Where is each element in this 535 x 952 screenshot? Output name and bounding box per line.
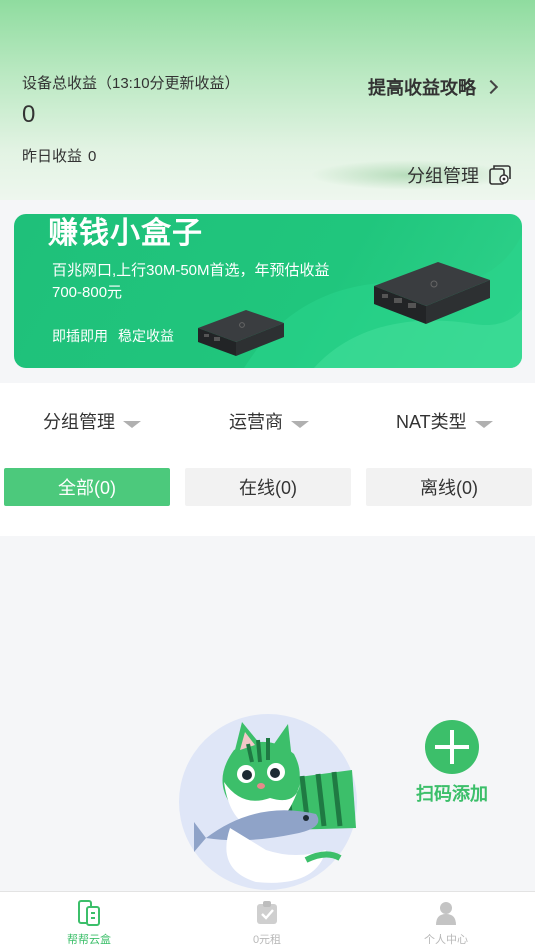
device-filters: 分组管理 运营商 NAT类型 全部(0) 在线(0) 离线(0) <box>0 383 535 536</box>
earnings-header: 设备总收益（13:10分更新收益） 0 昨日收益 0 提高收益攻略 分组管理 <box>0 0 535 200</box>
tab-online-devices[interactable]: 在线(0) <box>185 468 351 506</box>
improve-earnings-link[interactable]: 提高收益攻略 <box>368 74 499 100</box>
tab-cloud-box-label: 帮帮云盒 <box>67 934 111 946</box>
banner-description: 百兆网口,上行30M-50M首选，年预估收益700-800元 <box>52 262 330 301</box>
promo-banner[interactable]: 赚钱小盒子 百兆网口,上行30M-50M首选，年预估收益700-800元 即插即… <box>14 214 522 368</box>
carrier-filter-label: 运营商 <box>229 412 283 432</box>
tab-offline-devices[interactable]: 离线(0) <box>366 468 532 506</box>
banner-tag-stable-income: 稳定收益 <box>118 328 174 344</box>
group-manage-button[interactable]: 分组管理 <box>407 162 511 188</box>
group-manage-label: 分组管理 <box>407 166 479 186</box>
group-filter-label: 分组管理 <box>43 412 115 432</box>
nat-filter-dropdown[interactable]: NAT类型 <box>396 408 493 434</box>
improve-earnings-label: 提高收益攻略 <box>368 78 476 98</box>
cloud-box-tab-icon <box>78 900 100 926</box>
bottom-tab-bar: 帮帮云盒 0元租 个人中心 <box>0 891 535 952</box>
plus-icon <box>425 720 479 774</box>
total-earnings-value: 0 <box>22 101 36 128</box>
carrier-filter-dropdown[interactable]: 运营商 <box>229 408 309 434</box>
empty-state-cat-illustration <box>179 714 357 890</box>
tab-zero-rent[interactable]: 0元租 <box>217 898 317 947</box>
banner-title: 赚钱小盒子 <box>48 217 203 250</box>
tab-profile[interactable]: 个人中心 <box>396 898 496 947</box>
dropdown-triangle-icon <box>474 420 493 428</box>
yesterday-earnings: 昨日收益 0 <box>22 145 96 166</box>
banner-tag-plug-and-play: 即插即用 <box>52 328 108 344</box>
group-filter-dropdown[interactable]: 分组管理 <box>43 408 141 434</box>
tab-profile-label: 个人中心 <box>424 934 468 946</box>
total-earnings-label: 设备总收益（13:10分更新收益） <box>22 75 240 92</box>
tab-zero-rent-label: 0元租 <box>252 934 282 946</box>
group-settings-icon <box>489 165 511 185</box>
dropdown-triangle-icon <box>291 420 309 428</box>
scan-add-button[interactable]: 扫码添加 <box>414 720 490 806</box>
tab-all-devices[interactable]: 全部(0) <box>4 468 170 506</box>
yesterday-earnings-value: 0 <box>88 148 97 165</box>
nat-filter-label: NAT类型 <box>396 412 467 432</box>
scan-add-label: 扫码添加 <box>416 784 488 804</box>
device-box-image <box>374 262 490 324</box>
dropdown-triangle-icon <box>123 420 141 428</box>
yesterday-earnings-label: 昨日收益 <box>22 148 83 165</box>
chevron-right-icon <box>483 79 499 95</box>
rent-tab-icon <box>257 901 277 924</box>
banner-tags: 即插即用 稳定收益 <box>52 326 184 346</box>
tab-cloud-box[interactable]: 帮帮云盒 <box>39 898 139 947</box>
profile-tab-icon <box>436 902 456 925</box>
device-box-small-image <box>198 310 284 356</box>
